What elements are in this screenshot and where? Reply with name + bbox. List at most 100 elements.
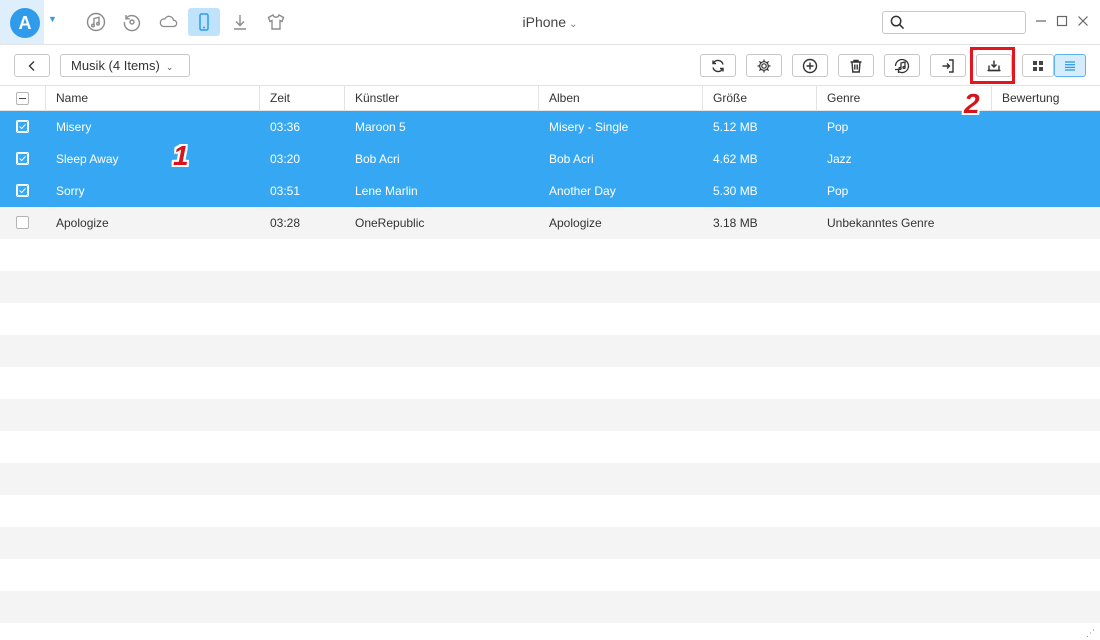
empty-row <box>0 271 1100 303</box>
column-header-name[interactable]: Name <box>46 86 260 111</box>
to-device-button[interactable] <box>930 54 966 77</box>
empty-row <box>0 591 1100 623</box>
download-icon[interactable] <box>224 8 256 36</box>
cell-name: Misery <box>56 120 92 134</box>
device-selector[interactable]: iPhone ⌄ <box>500 14 600 30</box>
table-row[interactable]: Apologize 03:28 OneRepublic Apologize 3.… <box>0 207 1100 239</box>
table-row[interactable]: Sleep Away 03:20 Bob Acri Bob Acri 4.62 … <box>0 143 1100 175</box>
header-select-all-cell <box>0 86 46 111</box>
cell-genre: Pop <box>827 184 849 198</box>
refresh-button[interactable] <box>700 54 736 77</box>
cell-name: Sleep Away <box>56 152 119 166</box>
search-input[interactable] <box>911 14 1021 32</box>
cell-artist: Lene Marlin <box>355 184 418 198</box>
title-bar: A ▼ iPhone ⌄ <box>0 0 1100 45</box>
history-icon[interactable] <box>116 8 148 36</box>
column-header-album[interactable]: Alben <box>539 86 703 111</box>
delete-icon <box>850 59 862 73</box>
back-button[interactable] <box>14 54 50 77</box>
maximize-icon[interactable] <box>1055 14 1069 28</box>
annotation-marker-2: 2 <box>964 88 980 119</box>
search-icon <box>890 15 905 30</box>
empty-row <box>0 303 1100 335</box>
cell-name: Apologize <box>56 216 109 230</box>
itunes-button[interactable] <box>884 54 920 77</box>
refresh-icon <box>712 59 724 72</box>
phone-icon[interactable] <box>188 8 220 36</box>
resize-grip-icon[interactable]: ⋰ <box>1086 628 1096 638</box>
music-library-icon[interactable] <box>80 8 112 36</box>
cell-time: 03:28 <box>270 216 301 230</box>
row-checkbox[interactable] <box>16 152 29 165</box>
column-header-artist[interactable]: Künstler <box>345 86 539 111</box>
cell-genre: Pop <box>827 120 849 134</box>
empty-row <box>0 495 1100 527</box>
chevron-left-icon <box>28 60 35 71</box>
grid-view-icon <box>1033 60 1043 71</box>
cell-time: 03:20 <box>270 152 301 166</box>
column-header-time[interactable]: Zeit <box>260 86 345 111</box>
chevron-down-icon: ⌄ <box>569 19 578 30</box>
cell-time: 03:36 <box>270 120 301 134</box>
itunes-icon <box>894 58 910 73</box>
grid-view-button[interactable] <box>1022 54 1054 77</box>
row-checkbox[interactable] <box>16 184 29 197</box>
device-title-text: iPhone <box>522 14 567 30</box>
empty-row <box>0 527 1100 559</box>
add-icon <box>802 58 818 73</box>
cell-rating <box>1002 111 1092 143</box>
minimize-icon[interactable] <box>1034 14 1048 28</box>
empty-row <box>0 559 1100 591</box>
app-logo[interactable]: A <box>0 0 44 44</box>
list-view-icon <box>1065 60 1075 71</box>
empty-row <box>0 335 1100 367</box>
cell-artist: Maroon 5 <box>355 120 406 134</box>
cell-genre: Unbekanntes Genre <box>827 216 935 230</box>
to-device-icon <box>942 58 954 73</box>
cell-size: 4.62 MB <box>713 152 758 166</box>
table-row[interactable]: Misery 03:36 Maroon 5 Misery - Single 5.… <box>0 111 1100 143</box>
cell-rating <box>1002 143 1092 175</box>
chevron-down-icon: ⌄ <box>165 62 174 72</box>
settings-button[interactable] <box>746 54 782 77</box>
search-field[interactable] <box>882 11 1026 34</box>
cell-rating <box>1002 207 1092 239</box>
empty-row <box>0 367 1100 399</box>
app-logo-icon: A <box>10 8 40 38</box>
row-checkbox[interactable] <box>16 216 29 229</box>
window-controls <box>1034 14 1090 28</box>
close-icon[interactable] <box>1076 14 1090 28</box>
cell-album: Bob Acri <box>549 152 594 166</box>
row-checkbox[interactable] <box>16 120 29 133</box>
cloud-icon[interactable] <box>152 8 184 36</box>
cell-artist: OneRepublic <box>355 216 425 230</box>
cell-time: 03:51 <box>270 184 301 198</box>
empty-row <box>0 399 1100 431</box>
column-header-rating[interactable]: Bewertung <box>992 86 1100 111</box>
cell-artist: Bob Acri <box>355 152 400 166</box>
annotation-highlight-box <box>970 47 1015 84</box>
tshirt-icon[interactable] <box>260 8 292 36</box>
list-view-button[interactable] <box>1054 54 1086 77</box>
chevron-down-icon[interactable]: ▼ <box>48 14 57 24</box>
cell-rating <box>1002 175 1092 207</box>
table-header: Name Zeit Künstler Alben Größe Genre Bew… <box>0 86 1100 111</box>
category-dropdown[interactable]: Musik (4 Items) ⌄ <box>60 54 190 77</box>
toolbar: Musik (4 Items) ⌄ <box>0 46 1100 86</box>
annotation-marker-1: 1 <box>173 140 189 171</box>
cell-album: Another Day <box>549 184 616 198</box>
add-button[interactable] <box>792 54 828 77</box>
cell-album: Apologize <box>549 216 602 230</box>
cell-size: 3.18 MB <box>713 216 758 230</box>
delete-button[interactable] <box>838 54 874 77</box>
select-all-checkbox[interactable] <box>16 92 29 105</box>
settings-icon <box>757 59 771 72</box>
empty-row <box>0 463 1100 495</box>
column-header-size[interactable]: Größe <box>703 86 817 111</box>
category-label: Musik (4 Items) <box>71 58 160 73</box>
empty-row <box>0 239 1100 271</box>
cell-genre: Jazz <box>827 152 852 166</box>
empty-row <box>0 431 1100 463</box>
cell-album: Misery - Single <box>549 120 629 134</box>
table-row[interactable]: Sorry 03:51 Lene Marlin Another Day 5.30… <box>0 175 1100 207</box>
